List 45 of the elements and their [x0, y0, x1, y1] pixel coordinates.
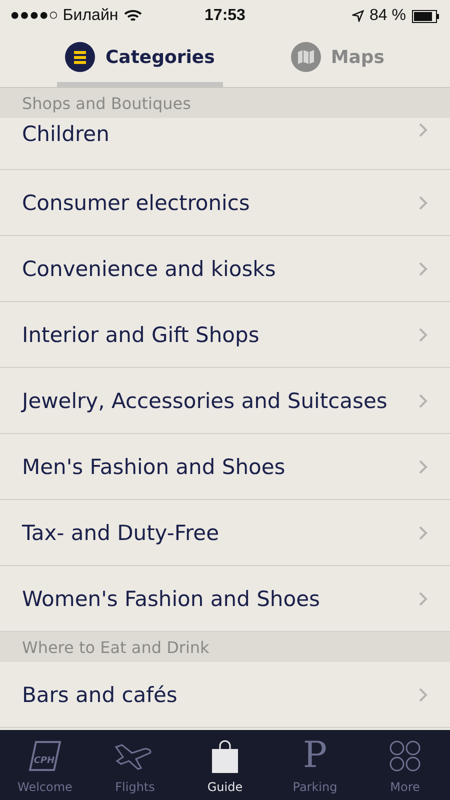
chevron-icon	[418, 524, 428, 540]
tab-bar-item[interactable]: CPH Welcome	[0, 730, 90, 800]
chevron-icon	[418, 458, 428, 474]
chevron-icon	[418, 326, 428, 342]
category-label: Consumer electronics	[22, 190, 250, 214]
category-row[interactable]: Bars and cafés	[0, 662, 450, 728]
category-label: Interior and Gift Shops	[22, 322, 260, 346]
category-row[interactable]: Convenience and kiosks	[0, 236, 450, 302]
chevron-icon	[418, 686, 428, 702]
category-label: Jewelry, Accessories and Suitcases	[22, 388, 388, 412]
chevron-icon	[418, 392, 428, 408]
category-row[interactable]: Men's Fashion and Shoes	[0, 434, 450, 500]
chevron-icon	[418, 194, 428, 210]
tab-bar-item[interactable]: P Parking	[270, 730, 360, 800]
battery-icon	[412, 10, 440, 22]
category-row[interactable]: Tax- and Duty-Free	[0, 500, 450, 566]
category-label: Tax- and Duty-Free	[22, 520, 219, 544]
list-icon	[65, 42, 96, 72]
tab-bar-item[interactable]: More	[360, 730, 450, 800]
battery-percent: 84 %	[370, 7, 406, 25]
section-header: Where to Eat and Drink	[0, 632, 450, 662]
category-row[interactable]: Jewelry, Accessories and Suitcases	[0, 368, 450, 434]
map-icon	[290, 42, 321, 72]
category-row[interactable]: Interior and Gift Shops	[0, 302, 450, 368]
category-label: Women's Fashion and Shoes	[22, 586, 320, 610]
section-header: Shops and Boutiques	[0, 88, 450, 118]
shopping-bag-icon	[211, 739, 239, 773]
parking-icon: P	[302, 738, 328, 774]
logo-text: CPH	[32, 756, 56, 768]
time-text: 17:53	[204, 7, 246, 25]
chevron-icon	[418, 260, 428, 276]
location-arrow-icon	[352, 10, 364, 22]
wifi-icon	[124, 9, 142, 23]
category-row[interactable]: Consumer electronics	[0, 170, 450, 236]
category-label: Children	[22, 122, 110, 146]
chevron-icon	[418, 122, 428, 138]
tab-bar-item[interactable]: Guide	[180, 730, 270, 800]
category-label: Men's Fashion and Shoes	[22, 454, 286, 478]
category-row[interactable]: Children	[0, 118, 450, 170]
tab-bar-item[interactable]: Flights	[90, 730, 180, 800]
chevron-icon	[418, 590, 428, 606]
grid-icon	[389, 740, 421, 772]
category-label: Bars and cafés	[22, 682, 178, 706]
category-label: Convenience and kiosks	[22, 256, 276, 280]
carrier-text: ●●●●○ Билайн	[10, 7, 118, 25]
